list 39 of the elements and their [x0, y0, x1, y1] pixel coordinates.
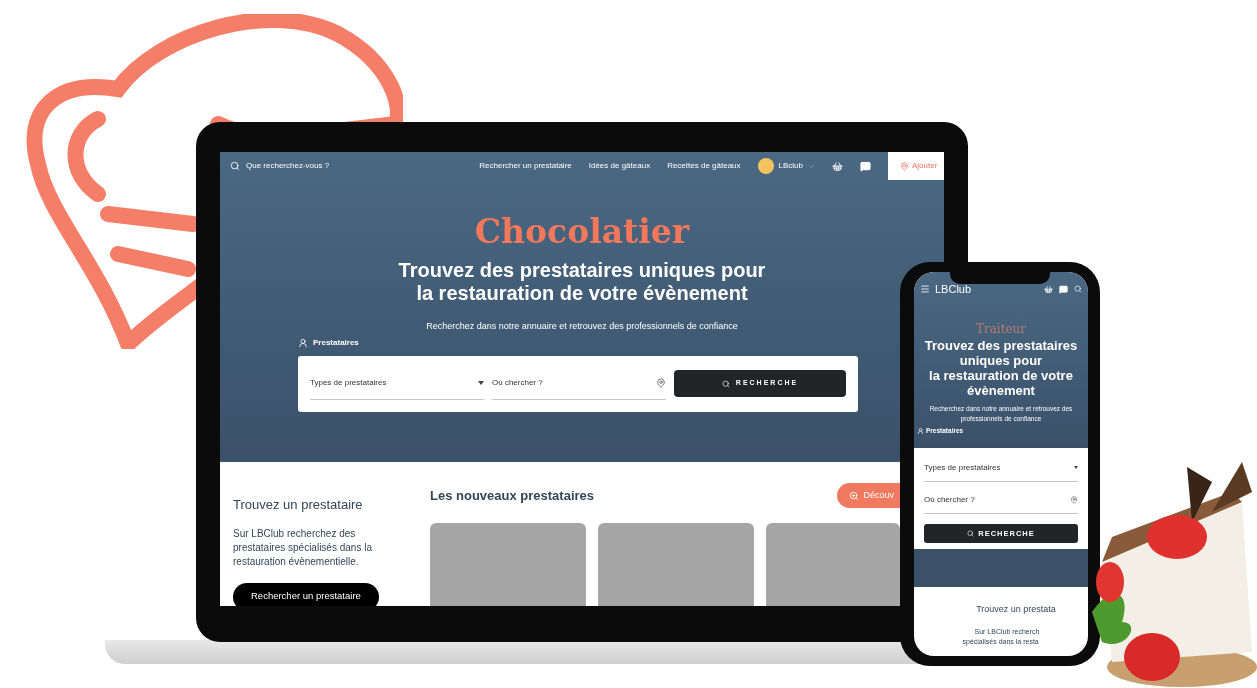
avatar[interactable] [757, 158, 774, 174]
category-title: Traiteur [975, 321, 1027, 338]
search-icon [967, 530, 975, 537]
find-provider-button[interactable]: Rechercher un prestataire [233, 582, 379, 606]
provider-icon [298, 336, 308, 349]
location-field[interactable]: Où chercher ? [492, 367, 666, 400]
headline: la restauration de votre évènement [928, 368, 1074, 398]
category-title: Chocolatier [474, 213, 690, 251]
section-label: Prestataires [313, 336, 359, 349]
search-icon [721, 379, 730, 388]
finder-title: Trouvez un prestataire [233, 496, 363, 514]
zoom-icon [849, 490, 860, 501]
nav-link[interactable]: Recettes de gâteaux [667, 160, 741, 172]
provider-icon [917, 426, 924, 435]
menu-icon[interactable] [920, 284, 930, 294]
basket-icon[interactable] [832, 160, 843, 172]
finder-text: Sur LBClub recherchez des prestataires spécialisés dans la restauration évènementielle. [233, 526, 373, 569]
location-icon [1070, 495, 1078, 504]
headline: la restauration de votre évènement [416, 282, 748, 305]
nav-link[interactable]: Rechercher un prestataire [479, 160, 572, 172]
search-icon[interactable] [230, 161, 240, 171]
location-icon [656, 378, 666, 388]
chat-icon[interactable] [1059, 284, 1068, 294]
headline: Trouvez des prestataires uniques pour [398, 259, 766, 282]
search-field[interactable]: Que recherchez-vous ? [246, 160, 330, 172]
location-field[interactable]: Où chercher ? [924, 486, 1078, 514]
type-select[interactable]: Types de prestataires [924, 454, 1078, 482]
finder-title: Trouvez un prestata [976, 603, 1056, 616]
chat-icon[interactable] [860, 160, 871, 172]
basket-icon[interactable] [1044, 284, 1053, 294]
add-button[interactable]: Ajouter [888, 152, 944, 180]
brand-logo[interactable]: LBClub [935, 280, 972, 298]
type-select[interactable]: Types de prestataires [310, 367, 484, 400]
section-title: Les nouveaux prestataires [430, 486, 595, 505]
subtitle: Recherchez dans notre annuaire et retrouvez des professionnels de confiance [426, 320, 738, 333]
account-name[interactable]: LBclub [778, 160, 803, 172]
search-icon[interactable] [1074, 285, 1082, 293]
nav-link[interactable]: Idées de gâteaux [588, 160, 651, 172]
pin-icon [900, 161, 909, 171]
